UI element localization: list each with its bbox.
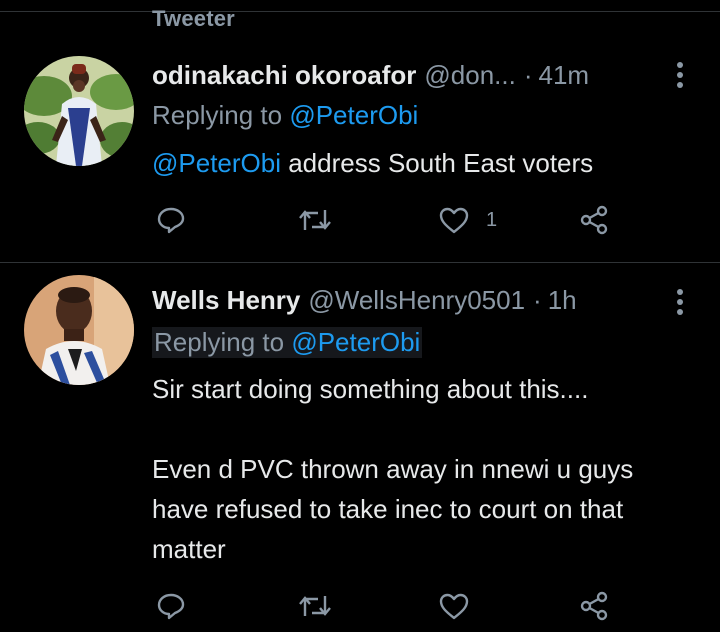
tweet-body-line: Sir start doing something about this.... — [152, 374, 589, 404]
share-icon — [580, 205, 608, 235]
replying-prefix: Replying to — [154, 327, 285, 357]
tweet[interactable]: Wells Henry @WellsHenry0501 · 1h Replyin… — [0, 263, 720, 632]
avatar[interactable] — [24, 56, 134, 166]
like-button[interactable] — [438, 592, 486, 620]
top-divider — [0, 11, 720, 12]
replying-handle-link[interactable]: @PeterObi — [291, 327, 420, 357]
replying-prefix: Replying to — [152, 100, 283, 130]
user-handle[interactable]: @don... — [424, 60, 515, 91]
separator-dot: · — [523, 59, 533, 90]
more-icon[interactable] — [672, 287, 688, 317]
replying-to: Replying to @PeterObi — [152, 100, 418, 131]
timestamp[interactable]: 41m — [539, 60, 590, 91]
share-button[interactable] — [578, 590, 610, 622]
like-count: 1 — [486, 208, 498, 231]
reply-button[interactable] — [156, 206, 186, 234]
reply-icon — [157, 207, 185, 234]
like-button[interactable]: 1 — [438, 206, 497, 234]
retweet-icon — [299, 596, 331, 616]
display-name[interactable]: Wells Henry — [152, 285, 300, 316]
replying-handle-link[interactable]: @PeterObi — [289, 100, 418, 130]
retweet-button[interactable] — [298, 206, 332, 234]
tweet-actions — [0, 586, 720, 626]
retweet-button[interactable] — [298, 592, 332, 620]
like-icon — [439, 593, 469, 620]
replying-to: Replying to @PeterObi — [152, 327, 423, 358]
tweet-actions: 1 — [0, 200, 720, 240]
tweet-text: @PeterObi address South East voters — [152, 143, 692, 183]
avatar[interactable] — [24, 275, 134, 385]
tweet-body: address South East voters — [281, 148, 594, 178]
more-icon[interactable] — [672, 60, 688, 90]
user-handle[interactable]: @WellsHenry0501 — [308, 285, 525, 316]
share-icon — [580, 591, 608, 621]
display-name[interactable]: odinakachi okoroafor — [152, 60, 416, 91]
timestamp[interactable]: 1h — [548, 285, 577, 316]
section-label: Tweeter — [152, 6, 235, 31]
tweet-header: odinakachi okoroafor @don... · 41m — [152, 58, 589, 92]
tweet-text: Sir start doing something about this....… — [152, 369, 692, 569]
reply-icon — [157, 593, 185, 620]
tweet[interactable]: odinakachi okoroafor @don... · 41m Reply… — [0, 40, 720, 262]
tweet-header: Wells Henry @WellsHenry0501 · 1h — [152, 283, 577, 317]
tweet-body-paragraph: Even d PVC thrown away in nnewi u guys h… — [152, 454, 634, 564]
top-strip: Tweeter — [0, 0, 720, 40]
reply-button[interactable] — [156, 592, 186, 620]
retweet-icon — [299, 210, 331, 230]
like-icon — [439, 207, 469, 234]
share-button[interactable] — [578, 204, 610, 236]
mention-link[interactable]: @PeterObi — [152, 148, 281, 178]
separator-dot: · — [533, 284, 542, 315]
